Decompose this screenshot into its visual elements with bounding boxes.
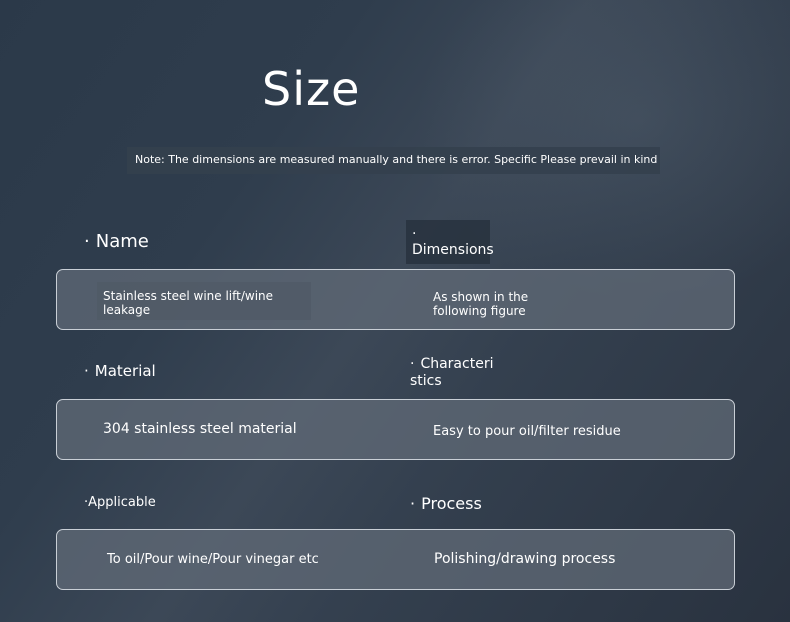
- dimensions-label: · Dimensions: [406, 220, 494, 264]
- material-value: 304 stainless steel material: [103, 421, 297, 437]
- measurement-note: Note: The dimensions are measured manual…: [127, 147, 660, 174]
- characteristics-label: · Characteri stics: [410, 356, 500, 390]
- applicable-label: ·Applicable: [84, 495, 156, 510]
- material-label: · Material: [84, 362, 156, 380]
- name-value: Stainless steel wine lift/wine leakage: [97, 282, 311, 320]
- bullet-icon: ·: [84, 231, 90, 252]
- dimensions-label-text: Dimensions: [412, 242, 494, 258]
- material-characteristics-row: 304 stainless steel material Easy to pou…: [56, 399, 735, 460]
- name-label-text: Name: [95, 231, 149, 252]
- characteristics-value: Easy to pour oil/filter residue: [433, 424, 621, 439]
- process-value: Polishing/drawing process: [434, 551, 616, 567]
- applicable-process-row: To oil/Pour wine/Pour vinegar etc Polish…: [56, 529, 735, 590]
- bullet-icon: ·: [412, 226, 417, 242]
- applicable-label-text: Applicable: [88, 495, 156, 510]
- dimensions-value: As shown in the following figure: [433, 290, 529, 318]
- bullet-icon: ·: [410, 356, 415, 372]
- process-label: · Process: [410, 494, 482, 513]
- page-title: Size: [262, 62, 361, 116]
- name-label: · Name: [84, 231, 149, 252]
- bullet-icon: ·: [410, 494, 416, 513]
- name-dimensions-row: Stainless steel wine lift/wine leakage A…: [56, 269, 735, 330]
- process-label-text: Process: [421, 494, 482, 513]
- bullet-icon: ·: [84, 362, 89, 380]
- applicable-value: To oil/Pour wine/Pour vinegar etc: [107, 552, 319, 567]
- characteristics-label-text: Characteri stics: [410, 356, 494, 389]
- material-label-text: Material: [94, 362, 156, 380]
